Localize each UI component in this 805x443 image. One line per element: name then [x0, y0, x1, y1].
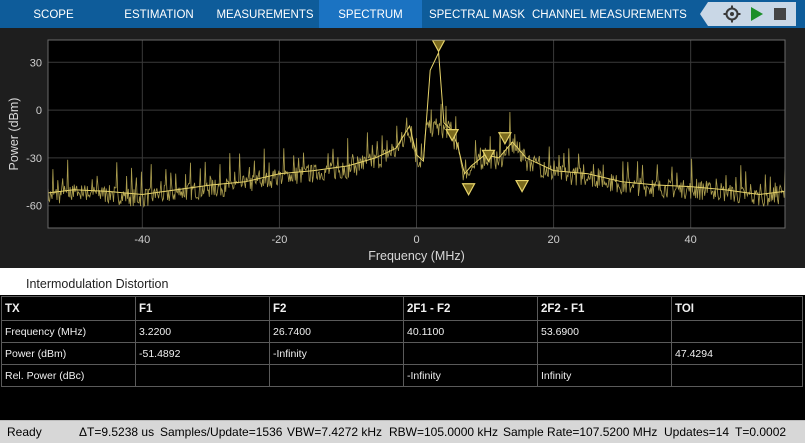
tab-spectral-mask[interactable]: SPECTRAL MASK	[422, 0, 532, 28]
header-tx: TX	[1, 296, 136, 321]
table-cell: 47.4294	[671, 342, 803, 365]
row-label: Power (dBm)	[1, 342, 136, 365]
table-cell: Infinity	[537, 364, 672, 387]
y-tick-label: -60	[26, 201, 42, 213]
x-tick-label: 20	[547, 234, 559, 246]
table-cell: 26.7400	[269, 320, 404, 343]
header-2f1-f2: 2F1 - F2	[403, 296, 538, 321]
toolstrip: SCOPE ESTIMATION MEASUREMENTS SPECTRUM S…	[0, 0, 805, 28]
tab-measurements[interactable]: MEASUREMENTS	[211, 0, 319, 28]
y-tick-label: 0	[36, 105, 42, 117]
y-tick-label: 30	[30, 57, 42, 69]
status-sample-rate: Sample Rate=107.5200 MHz	[503, 425, 658, 439]
status-updates: Updates=14	[664, 425, 730, 439]
table-cell	[403, 342, 538, 365]
x-tick-label: -20	[271, 234, 287, 246]
status-samples: Samples/Update=1536	[160, 425, 283, 439]
stop-icon[interactable]	[770, 4, 790, 24]
table-cell	[537, 342, 672, 365]
table-cell: 3.2200	[135, 320, 270, 343]
tab-spectrum[interactable]: SPECTRUM	[319, 0, 422, 28]
status-rbw: RBW=105.0000 kHz	[389, 425, 499, 439]
status-bar: Ready ΔT=9.5238 us Samples/Update=1536 V…	[0, 420, 805, 443]
table-cell: -Infinity	[269, 342, 404, 365]
header-toi: TOI	[671, 296, 803, 321]
spectrum-plot[interactable]: -40 -20 0 20 40 30 0 -30 -60 Frequency (MHz) Pow…	[0, 28, 805, 268]
table-cell: 53.6900	[537, 320, 672, 343]
measurement-panel: Intermodulation Distortion TX F1 F2 2F1 …	[0, 268, 805, 420]
x-tick-label: 0	[413, 234, 419, 246]
measurement-title: Intermodulation Distortion	[26, 277, 169, 291]
table-cell: -51.4892	[135, 342, 270, 365]
status-vbw: VBW=7.4272 kHz	[287, 425, 383, 439]
tab-scope[interactable]: SCOPE	[0, 0, 107, 28]
table-cell: -Infinity	[403, 364, 538, 387]
header-f2: F2	[269, 296, 404, 321]
imd-table: TX F1 F2 2F1 - F2 2F2 - F1 TOI Frequency…	[1, 296, 803, 387]
status-state: Ready	[7, 425, 42, 439]
tab-estimation[interactable]: ESTIMATION	[107, 0, 211, 28]
y-tick-label: -30	[26, 153, 42, 165]
table-cell	[671, 364, 803, 387]
table-header-row: TX F1 F2 2F1 - F2 2F2 - F1 TOI	[1, 296, 803, 321]
status-delta-t: ΔT=9.5238 us	[79, 425, 155, 439]
table-cell: 40.1100	[403, 320, 538, 343]
collapse-icon[interactable]	[700, 2, 708, 26]
table-row: Power (dBm) -51.4892 -Infinity 47.4294	[1, 342, 803, 365]
measurement-table-area: TX F1 F2 2F1 - F2 2F2 - F1 TOI Frequency…	[0, 295, 805, 420]
row-label: Rel. Power (dBc)	[1, 364, 136, 387]
x-axis-label: Frequency (MHz)	[368, 249, 465, 263]
table-cell	[671, 320, 803, 343]
row-label: Frequency (MHz)	[1, 320, 136, 343]
settings-icon[interactable]	[722, 4, 742, 24]
table-row: Frequency (MHz) 3.2200 26.7400 40.1100 5…	[1, 320, 803, 343]
spectrum-chart: -40 -20 0 20 40 30 0 -30 -60 Frequency (MHz) Pow…	[7, 39, 786, 263]
run-icon[interactable]	[746, 4, 766, 24]
x-tick-label: 40	[685, 234, 697, 246]
tab-channel-measurements[interactable]: CHANNEL MEASUREMENTS	[532, 0, 687, 28]
table-row: Rel. Power (dBc) -Infinity Infinity	[1, 364, 803, 387]
table-cell	[269, 364, 404, 387]
y-axis-label: Power (dBm)	[7, 98, 21, 171]
status-time: T=0.0002	[735, 425, 787, 439]
table-cell	[135, 364, 270, 387]
x-tick-label: -40	[134, 234, 150, 246]
header-f1: F1	[135, 296, 270, 321]
tool-panel	[700, 2, 796, 26]
header-2f2-f1: 2F2 - F1	[537, 296, 672, 321]
